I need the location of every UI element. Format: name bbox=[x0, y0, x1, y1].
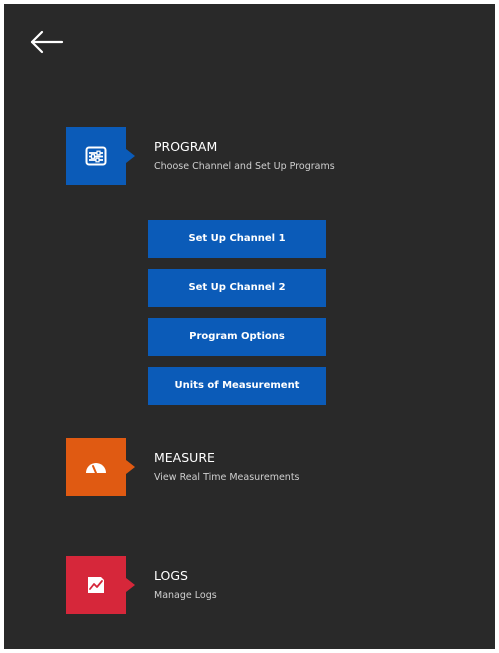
measure-tile[interactable] bbox=[66, 438, 135, 496]
program-tile[interactable] bbox=[66, 127, 135, 185]
measure-subtitle: View Real Time Measurements bbox=[154, 472, 300, 483]
program-subtitle: Choose Channel and Set Up Programs bbox=[154, 161, 335, 172]
measure-title: MEASURE bbox=[154, 450, 215, 465]
program-submenu: Set Up Channel 1 Set Up Channel 2 Progra… bbox=[148, 220, 326, 416]
sliders-panel-icon bbox=[85, 146, 107, 166]
logs-title: LOGS bbox=[154, 568, 188, 583]
setup-channel-1-button[interactable]: Set Up Channel 1 bbox=[148, 220, 326, 258]
program-title: PROGRAM bbox=[154, 139, 218, 154]
program-options-button[interactable]: Program Options bbox=[148, 318, 326, 356]
chart-log-icon bbox=[88, 577, 104, 593]
back-arrow-icon bbox=[30, 30, 64, 54]
logs-subtitle: Manage Logs bbox=[154, 590, 217, 601]
gauge-icon bbox=[86, 463, 106, 474]
app-screen: PROGRAM Choose Channel and Set Up Progra… bbox=[4, 4, 495, 649]
units-of-measurement-button[interactable]: Units of Measurement bbox=[148, 367, 326, 405]
logs-tile[interactable] bbox=[66, 556, 135, 614]
back-button[interactable] bbox=[28, 28, 68, 62]
setup-channel-2-button[interactable]: Set Up Channel 2 bbox=[148, 269, 326, 307]
